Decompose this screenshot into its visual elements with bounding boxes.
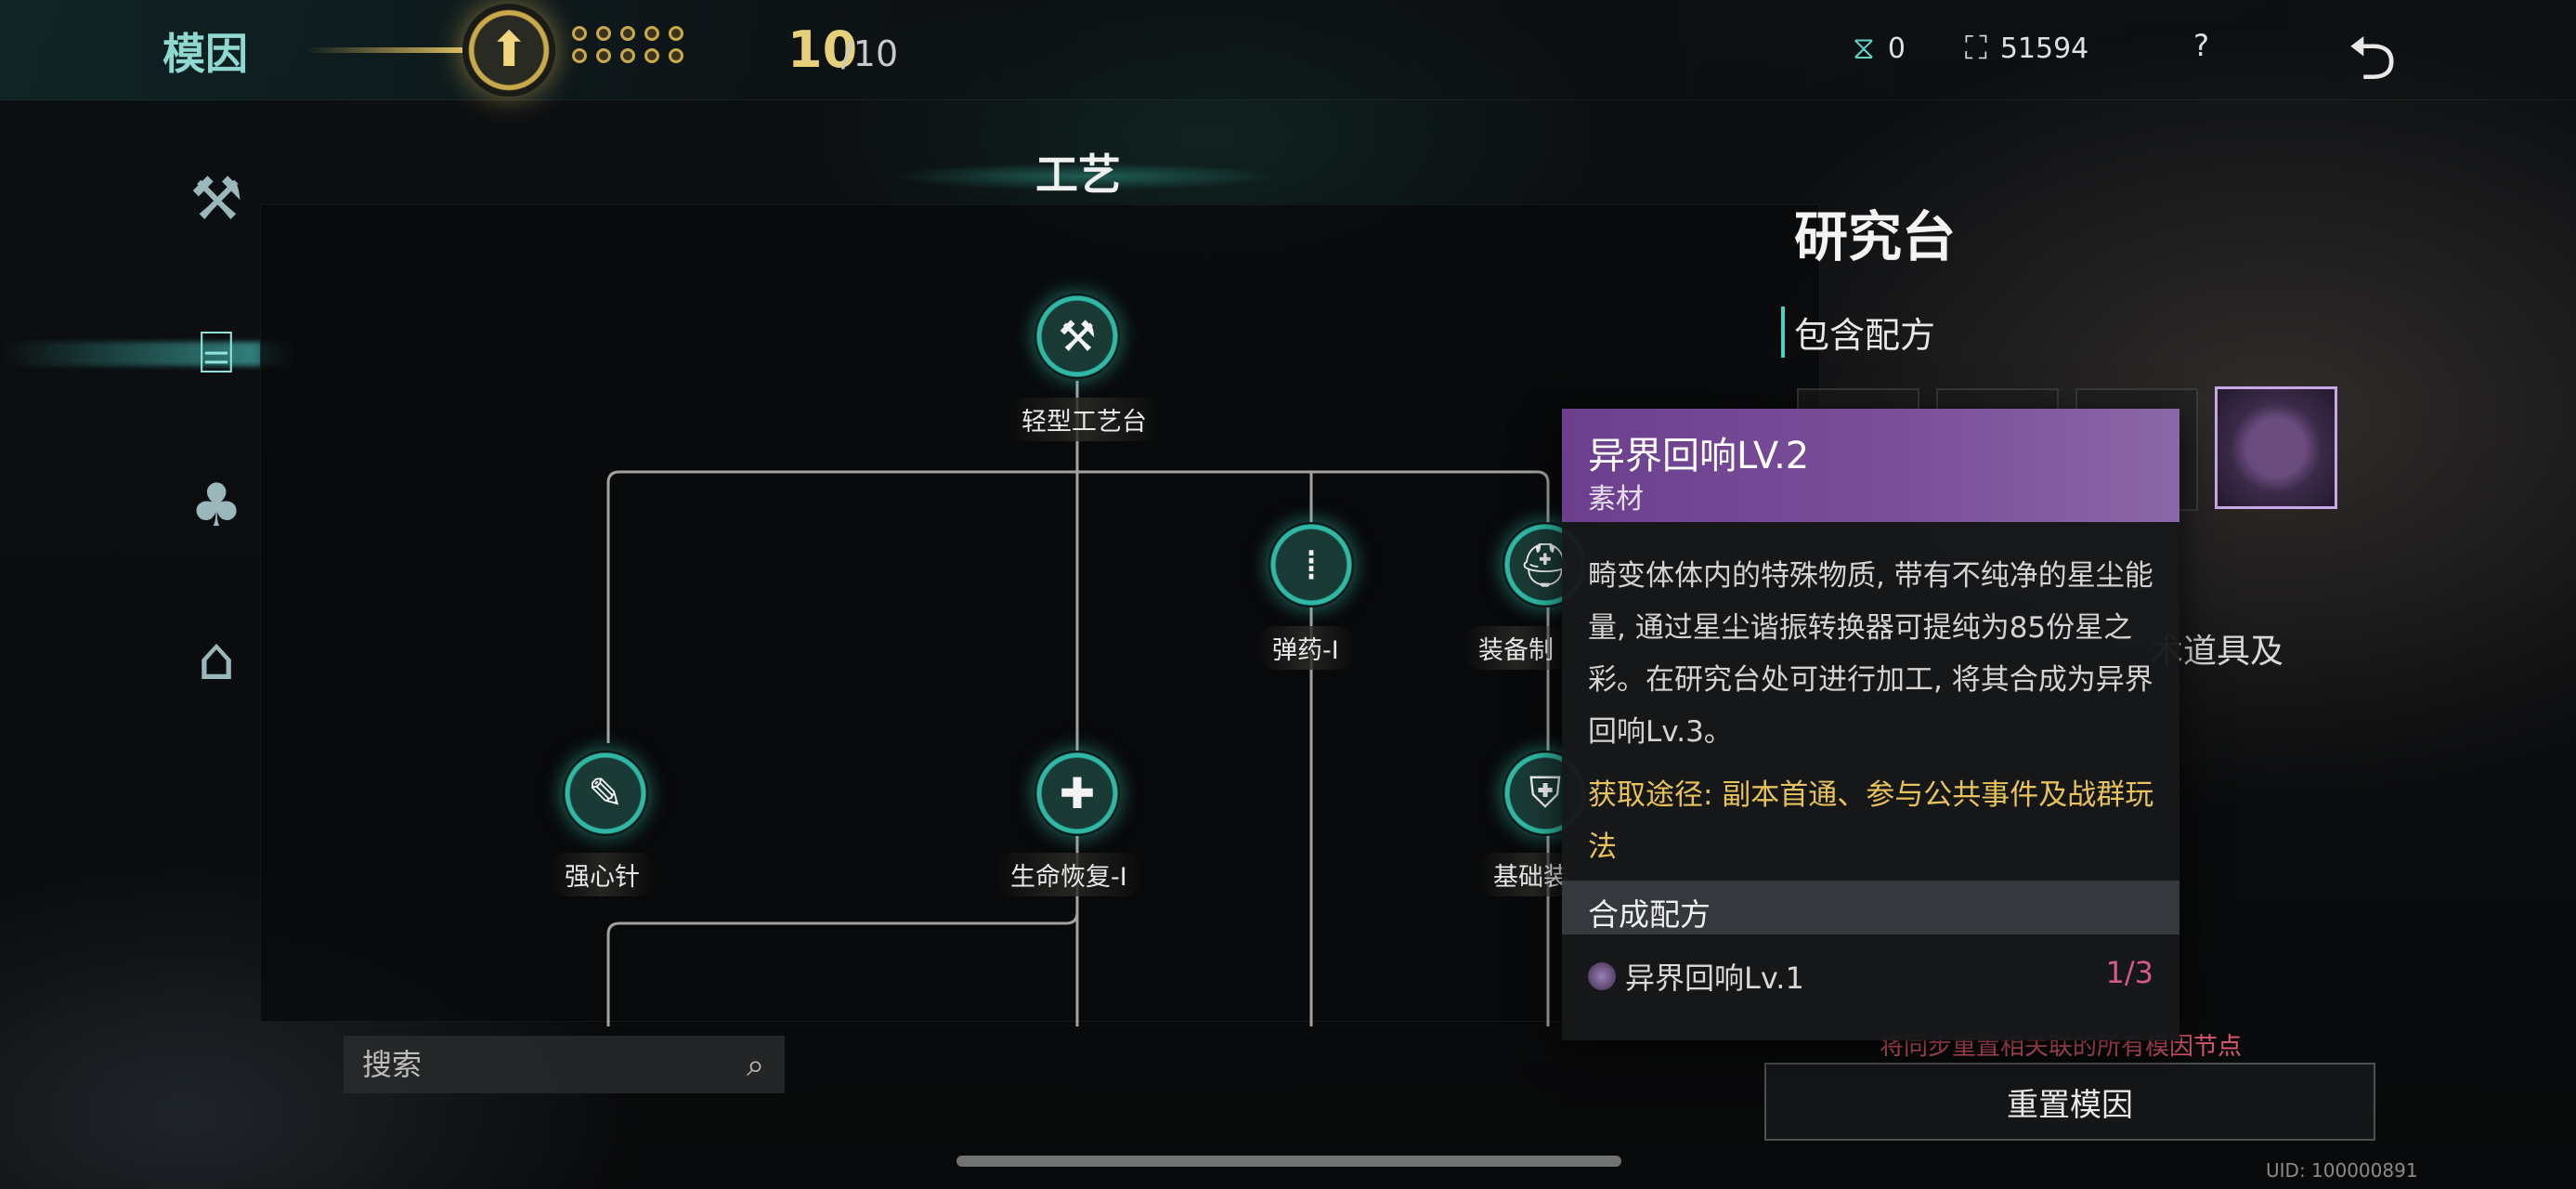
node-light-bench[interactable]: ⚒	[1034, 294, 1120, 379]
medkit-icon: ✚	[1059, 768, 1096, 818]
node-ammo-label: 弹药-I	[1255, 626, 1356, 670]
node-life[interactable]: ✚	[1034, 751, 1120, 836]
item-tooltip: 异界回响LV.2 素材 畸变体体内的特殊物质, 带有不纯净的星尘能量, 通过星尘…	[1562, 409, 2179, 1040]
item-name: 异界回响LV.2	[1588, 435, 1810, 477]
node-life-label: 生命恢复-I	[994, 853, 1144, 896]
node-light-bench-label: 轻型工艺台	[1005, 398, 1164, 441]
item-source: 获取途径: 副本首通、参与公共事件及战群玩法	[1588, 778, 2154, 864]
recipes-heading: 包含配方	[1781, 307, 1935, 358]
pickaxe-icon: ⚒	[1058, 311, 1097, 361]
item-type: 素材	[1588, 483, 1644, 516]
uid-label: UID: 100000891	[2266, 1159, 2418, 1182]
recipe-slot-selected[interactable]	[2215, 386, 2337, 509]
armor-icon: ⛨	[1529, 767, 1562, 817]
syringe-icon: ✎	[587, 768, 624, 818]
node-equip-label: 装备制	[1462, 626, 1570, 670]
bullet-icon: ⁞	[1304, 540, 1319, 590]
material-icon	[1588, 962, 1616, 990]
node-ammo[interactable]: ⁞	[1268, 522, 1354, 608]
search-box[interactable]: ⌕	[344, 1036, 785, 1093]
ingredient-count: 1/3	[2105, 955, 2154, 990]
panel-title: 研究台	[1794, 205, 1957, 268]
home-indicator	[956, 1156, 1621, 1167]
recipe-ingredient: 异界回响Lv.1	[1588, 955, 1804, 998]
tooltip-header: 异界回响LV.2 素材	[1562, 409, 2179, 522]
reset-gene-button[interactable]: 重置模因	[1764, 1063, 2375, 1141]
recipe-title: 合成配方	[1588, 896, 1711, 933]
item-description: 畸变体体内的特殊物质, 带有不纯净的星尘能量, 通过星尘谐振转换器可提纯为85份…	[1588, 559, 2153, 749]
recipe-section-header: 合成配方	[1562, 881, 2179, 934]
node-stimulant-label: 强心针	[548, 853, 657, 896]
search-input[interactable]	[344, 1047, 715, 1082]
ingredient-name: 异界回响Lv.1	[1625, 960, 1804, 996]
search-icon[interactable]: ⌕	[747, 1047, 764, 1084]
node-stimulant[interactable]: ✎	[563, 751, 648, 836]
